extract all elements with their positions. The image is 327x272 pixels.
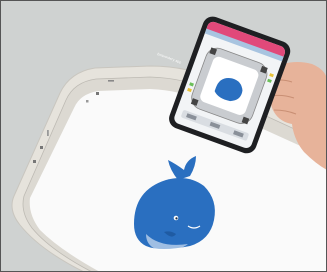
hoop-marker	[96, 92, 99, 95]
whale-pupil	[175, 217, 178, 220]
scene	[0, 0, 327, 272]
hoop-marker	[47, 130, 49, 136]
hoop-marker	[33, 160, 36, 163]
hoop-marker	[86, 100, 89, 103]
hoop-marker	[40, 146, 43, 149]
hoop-marker	[108, 80, 114, 82]
